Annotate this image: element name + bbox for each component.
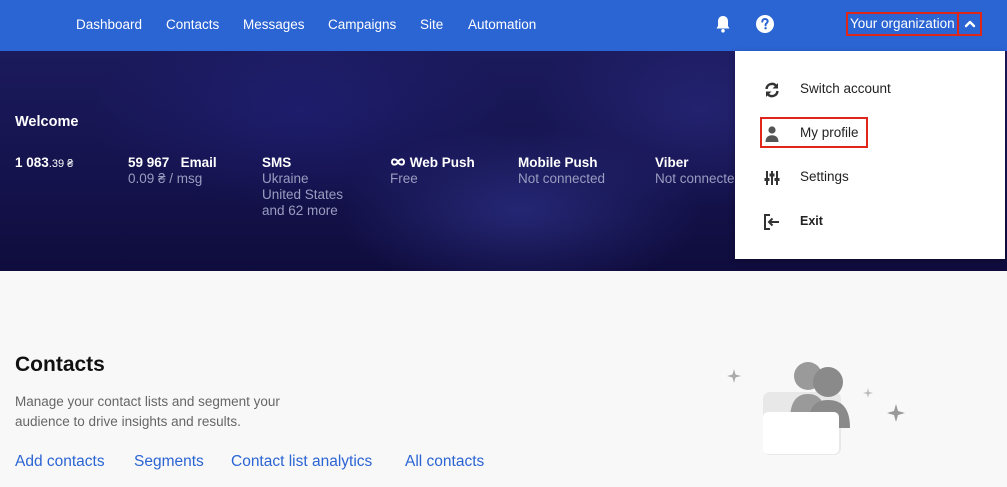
- menu-item-settings[interactable]: Settings: [735, 156, 1005, 200]
- menu-item-exit[interactable]: Exit: [735, 200, 1005, 244]
- top-navigation-bar: Dashboard Contacts Messages Campaigns Si…: [0, 0, 1007, 51]
- sms-more: and 62 more: [262, 203, 338, 218]
- sms-stat: SMS Ukraine United States and 62 more: [262, 155, 343, 219]
- sms-country-2: United States: [262, 187, 344, 202]
- add-contacts-link[interactable]: Add contacts: [15, 453, 105, 471]
- welcome-heading: Welcome: [15, 114, 79, 130]
- sliders-icon: [763, 169, 781, 187]
- balance-amount: 1 083: [15, 155, 49, 170]
- logout-icon: [763, 213, 781, 231]
- mobilepush-status: Not connected: [518, 171, 606, 186]
- viber-title: Viber: [655, 155, 689, 170]
- question-circle-icon[interactable]: [754, 13, 776, 35]
- sms-country-1: Ukraine: [262, 171, 309, 186]
- segments-link[interactable]: Segments: [134, 453, 204, 471]
- viber-status: Not connected: [655, 171, 743, 186]
- email-title: Email: [180, 155, 217, 170]
- email-count: 59 967: [128, 155, 170, 170]
- contacts-title: Contacts: [15, 353, 105, 376]
- infinity-icon: [390, 158, 406, 166]
- nav-campaigns[interactable]: Campaigns: [328, 16, 396, 34]
- my-profile-highlight: [760, 117, 868, 148]
- nav-contacts[interactable]: Contacts: [166, 16, 219, 34]
- settings-label: Settings: [800, 169, 849, 184]
- nav-automation[interactable]: Automation: [468, 16, 536, 34]
- refresh-icon: [763, 81, 781, 99]
- exit-label: Exit: [800, 214, 823, 228]
- mobilepush-title: Mobile Push: [518, 155, 598, 170]
- email-price: 0.09 ₴ / msg: [128, 171, 203, 186]
- nav-messages[interactable]: Messages: [243, 16, 305, 34]
- bell-icon[interactable]: [712, 13, 734, 35]
- webpush-status: Free: [390, 171, 418, 186]
- chevron-up-icon[interactable]: [957, 12, 982, 36]
- contacts-description: Manage your contact lists and segment yo…: [15, 394, 280, 429]
- nav-site[interactable]: Site: [420, 16, 443, 34]
- contact-list-analytics-link[interactable]: Contact list analytics: [231, 453, 372, 471]
- nav-dashboard[interactable]: Dashboard: [76, 16, 142, 34]
- menu-item-switch-account[interactable]: Switch account: [735, 68, 1005, 112]
- contacts-illustration: [720, 350, 920, 460]
- balance-decimals: .39 ₴: [48, 158, 74, 170]
- email-stat: 59 967 Email 0.09 ₴ / msg: [128, 155, 217, 187]
- switch-account-label: Switch account: [800, 81, 891, 96]
- organization-menu-button[interactable]: Your organization: [846, 12, 959, 36]
- sms-title: SMS: [262, 155, 292, 170]
- webpush-stat: Web Push Free: [390, 155, 475, 187]
- webpush-title: Web Push: [409, 155, 475, 170]
- viber-stat: Viber Not connected: [655, 155, 742, 187]
- all-contacts-link[interactable]: All contacts: [405, 453, 484, 471]
- account-dropdown-menu: Switch account My profile Settings Exit: [735, 51, 1005, 259]
- mobilepush-stat: Mobile Push Not connected: [518, 155, 605, 187]
- balance-stat: 1 083.39 ₴: [15, 155, 73, 172]
